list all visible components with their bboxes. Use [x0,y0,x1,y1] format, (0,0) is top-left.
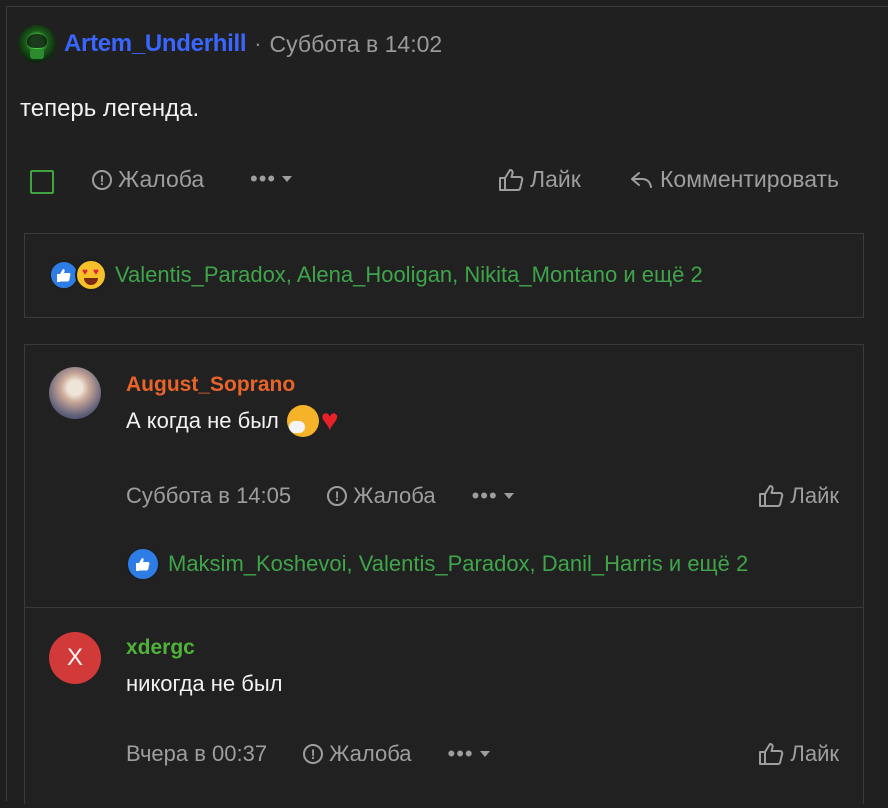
post-header: Artem_Underhill · Суббота в 14:02 [18,24,442,64]
comment-like-button[interactable]: Лайк [758,483,839,509]
post-reactions-box: ♥ ♥ Valentis_Paradox, Alena_Hooligan, Ni… [24,233,864,318]
comment-like-button[interactable]: Лайк [758,741,839,767]
comment-meta: Суббота в 14:05 ! Жалоба ••• [126,483,514,509]
meta-separator: · [254,31,262,56]
post-text: теперь легенда. [20,95,200,122]
chevron-down-icon [479,751,490,757]
report-label: Жалоба [329,741,412,766]
comment-item: August_Soprano А когда не был ♥ Суббота … [25,345,863,608]
like-label: Лайк [530,166,581,192]
comments-list: August_Soprano А когда не был ♥ Суббота … [24,344,864,804]
reply-icon [630,170,654,190]
comment-more-button[interactable]: ••• [448,741,490,767]
more-dots-icon: ••• [447,741,474,766]
report-label: Жалоба [118,166,205,192]
commenter-avatar[interactable]: X [49,632,101,684]
reaction-users[interactable]: Maksim_Koshevoi, Valentis_Paradox, Danil… [168,551,748,577]
thumbs-up-icon [758,484,784,508]
comment-text-content: А когда не был [126,408,279,433]
more-menu-button[interactable]: ••• [250,166,293,192]
commenter-avatar[interactable] [49,367,101,419]
comment-timestamp[interactable]: Суббота в 14:05 [126,483,291,509]
thumbs-up-icon [498,168,524,192]
comment-button[interactable]: Комментировать [630,166,839,193]
avatar-letter: X [66,644,83,671]
commenter-name[interactable]: xdergc [126,636,195,660]
comment-text: А когда не был ♥ [126,405,339,437]
comment-report-button[interactable]: ! Жалоба [303,741,412,767]
like-label: Лайк [790,483,839,508]
post-timestamp[interactable]: Суббота в 14:02 [270,31,443,58]
report-label: Жалоба [353,483,436,508]
more-dots-icon: ••• [471,483,498,508]
thumbs-up-icon [758,742,784,766]
report-icon: ! [303,744,324,764]
more-dots-icon: ••• [250,166,277,191]
like-label: Лайк [790,741,839,766]
like-reaction-icon [126,547,160,581]
comment-text-content: никогда не был [126,671,283,696]
author-avatar[interactable] [18,25,56,63]
author-link[interactable]: Artem_Underhill [64,30,247,58]
report-icon: ! [92,169,112,190]
report-icon: ! [327,486,348,506]
comment-reactions-row[interactable]: Maksim_Koshevoi, Valentis_Paradox, Danil… [126,547,748,581]
chevron-down-icon [503,493,514,499]
heart-eyes-emoji-icon: ♥ ♥ [75,259,107,291]
like-button[interactable]: Лайк [498,166,581,193]
comment-text: никогда не был [126,671,283,697]
comment-report-button[interactable]: ! Жалоба [327,483,436,509]
comment-meta: Вчера в 00:37 ! Жалоба ••• [126,741,490,767]
chevron-down-icon [282,176,293,182]
heart-icon: ♥ [320,404,339,437]
sneeze-emoji-icon [286,405,319,437]
select-checkbox-icon[interactable] [30,170,54,194]
report-button[interactable]: ! Жалоба [92,166,204,193]
reaction-users[interactable]: Valentis_Paradox, Alena_Hooligan, Nikita… [115,262,703,288]
reactions-row[interactable]: ♥ ♥ Valentis_Paradox, Alena_Hooligan, Ni… [49,259,703,291]
commenter-name[interactable]: August_Soprano [126,373,295,397]
comment-item: X xdergc никогда не был Вчера в 00:37 ! … [25,608,863,808]
post-action-bar: ! Жалоба ••• Лайк Комментировать [20,160,865,202]
comment-more-button[interactable]: ••• [472,483,514,509]
comment-timestamp[interactable]: Вчера в 00:37 [126,741,267,767]
comment-label: Комментировать [660,166,840,192]
